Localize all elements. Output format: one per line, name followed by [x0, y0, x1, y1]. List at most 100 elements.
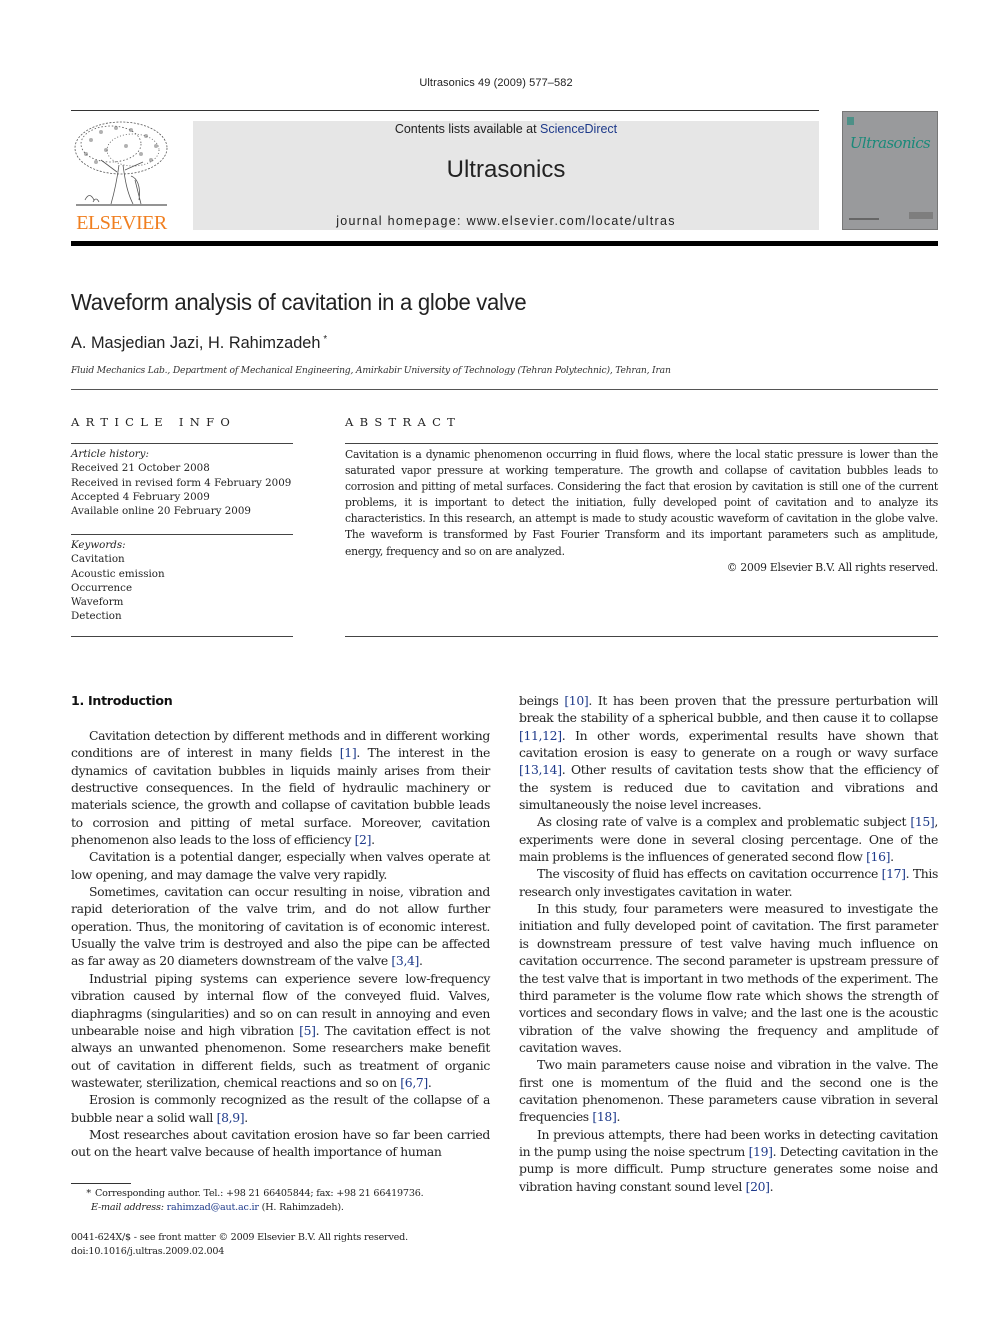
history-item: Accepted 4 February 2009	[71, 490, 210, 503]
paragraph-text: Most researches about cavitation erosion…	[71, 1126, 490, 1160]
body-paragraph: In previous attempts, there had been wor…	[519, 1126, 938, 1195]
keyword-item: Detection	[71, 610, 122, 623]
paragraph-text: The viscosity of fluid has effects on ca…	[537, 866, 882, 882]
paragraph-text: .	[616, 1109, 621, 1125]
keyword-item: Occurrence	[71, 581, 133, 594]
masthead-thick-rule	[71, 241, 938, 246]
citation-link[interactable]: [2]	[355, 832, 372, 847]
cover-footer-text	[849, 218, 879, 220]
paragraph-text: .	[890, 849, 894, 865]
journal-homepage-link[interactable]: journal homepage: www.elsevier.com/locat…	[193, 214, 819, 228]
body-paragraph: Erosion is commonly recognized as the re…	[71, 1091, 490, 1126]
paragraph-text: beings	[519, 693, 565, 708]
article-info-heading: ARTICLE INFO	[71, 415, 237, 429]
paragraph-text: . In other words, experimental results h…	[519, 727, 938, 761]
abstract-copyright: © 2009 Elsevier B.V. All rights reserved…	[726, 560, 939, 574]
contents-line: Contents lists available at ScienceDirec…	[193, 122, 819, 136]
abstract-text: Cavitation is a dynamic phenomenon occur…	[345, 448, 938, 558]
body-column-left: Cavitation detection by different method…	[71, 727, 490, 1161]
affiliation: Fluid Mechanics Lab., Department of Mech…	[71, 365, 671, 376]
citation-link[interactable]: [20]	[746, 1179, 770, 1194]
author-list: A. Masjedian Jazi, H. Rahimzadeh *	[71, 333, 327, 353]
footnote: * Corresponding author. Tel.: +98 21 6640…	[71, 1187, 501, 1215]
citation-link[interactable]: [16]	[866, 849, 890, 864]
elsevier-logo[interactable]: ELSEVIER	[71, 120, 172, 234]
body-paragraph: Sometimes, cavitation can occur resultin…	[71, 883, 490, 970]
paragraph-text: .	[244, 1109, 248, 1125]
affiliation-rule	[71, 389, 938, 390]
body-paragraph: Cavitation detection by different method…	[71, 727, 490, 848]
paragraph-text: .	[371, 832, 375, 848]
doi-link[interactable]: doi:10.1016/j.ultras.2009.02.004	[71, 1245, 408, 1259]
citation-link[interactable]: [1]	[340, 745, 357, 760]
abstract-rule-top	[345, 443, 938, 444]
paragraph-text: Sometimes, cavitation can occur resultin…	[71, 884, 490, 969]
history-item: Received in revised form 4 February 2009	[71, 476, 292, 489]
paragraph-text: .	[769, 1178, 774, 1194]
sciencedirect-link[interactable]: ScienceDirect	[540, 122, 617, 136]
journal-cover-thumbnail[interactable]: Ultrasonics	[842, 111, 938, 230]
history-item: Received 21 October 2008	[71, 462, 210, 475]
citation-link[interactable]: [6,7]	[400, 1075, 428, 1090]
body-paragraph: Most researches about cavitation erosion…	[71, 1126, 490, 1161]
email-link[interactable]: rahimzad@aut.ac.ir	[167, 1202, 259, 1213]
footnote-corresponding: * Corresponding author. Tel.: +98 21 6640…	[71, 1187, 501, 1201]
article-info-rule-bottom	[71, 636, 293, 637]
body-column-right: beings [10]. It has been proven that the…	[519, 692, 938, 1195]
paragraph-text: .	[427, 1074, 432, 1090]
citation-link[interactable]: [5]	[299, 1023, 316, 1038]
paragraph-text: Two main parameters cause noise and vibr…	[519, 1057, 938, 1125]
contents-prefix: Contents lists available at	[394, 122, 541, 136]
keyword-item: Cavitation	[71, 553, 125, 566]
citation-link[interactable]: [3,4]	[391, 953, 419, 968]
article-info-rule-top	[71, 443, 293, 444]
citation-link[interactable]: [8,9]	[217, 1110, 245, 1125]
body-paragraph: Cavitation is a potential danger, especi…	[71, 848, 490, 883]
citation-link[interactable]: [19]	[749, 1144, 773, 1159]
abstract-body: Cavitation is a dynamic phenomenon occur…	[345, 447, 938, 576]
article-history: Article history: Received 21 October 200…	[71, 447, 293, 518]
paragraph-text: . The interest in the dynamics of cavita…	[71, 745, 490, 848]
article-history-label: Article history:	[71, 448, 149, 460]
corresponding-author-mark[interactable]: *	[323, 334, 327, 345]
email-label: E-mail address:	[91, 1202, 164, 1213]
email-suffix: (H. Rahimzadeh).	[258, 1202, 344, 1213]
keyword-item: Acoustic emission	[71, 567, 165, 580]
keyword-item: Waveform	[71, 596, 124, 609]
journal-banner: Contents lists available at ScienceDirec…	[193, 121, 819, 230]
citation-link[interactable]: [11,12]	[519, 728, 562, 743]
corresponding-author-text: Corresponding author. Tel.: +98 21 66405…	[95, 1188, 424, 1199]
history-item: Available online 20 February 2009	[71, 505, 251, 518]
cover-publisher-mark	[909, 212, 933, 219]
footnote-mark: *	[86, 1188, 91, 1199]
article-info-rule-mid	[71, 534, 293, 535]
footnote-rule	[71, 1183, 131, 1184]
citation-link[interactable]: [17]	[882, 866, 906, 881]
footnote-email-line: E-mail address: rahimzad@aut.ac.ir (H. R…	[71, 1201, 501, 1215]
abstract-rule-bottom	[345, 636, 938, 637]
body-paragraph: beings [10]. It has been proven that the…	[519, 692, 938, 813]
header-rule	[71, 110, 819, 111]
paragraph-text: In this study, four parameters were meas…	[519, 901, 938, 1055]
body-paragraph: As closing rate of valve is a complex an…	[519, 813, 938, 865]
keywords-label: Keywords:	[71, 539, 126, 551]
elsevier-wordmark: ELSEVIER	[76, 212, 167, 234]
authors-text: A. Masjedian Jazi, H. Rahimzadeh	[71, 333, 321, 352]
keywords: Keywords: Cavitation Acoustic emission O…	[71, 538, 293, 624]
running-head: Ultrasonics 49 (2009) 577–582	[419, 77, 573, 89]
body-paragraph: The viscosity of fluid has effects on ca…	[519, 865, 938, 900]
paragraph-text: As closing rate of valve is a complex an…	[537, 814, 911, 830]
journal-name: Ultrasonics	[446, 156, 566, 183]
abstract-heading: ABSTRACT	[345, 415, 462, 429]
paragraph-text: Cavitation is a potential danger, especi…	[71, 849, 490, 882]
section-heading-introduction: 1. Introduction	[71, 693, 173, 708]
body-paragraph: In this study, four parameters were meas…	[519, 900, 938, 1056]
citation-link[interactable]: [15]	[910, 814, 934, 829]
article-title: Waveform analysis of cavitation in a glo…	[71, 289, 527, 315]
body-paragraph: Industrial piping systems can experience…	[71, 970, 490, 1091]
cover-title: Ultrasonics	[849, 134, 931, 152]
issn-line: 0041-624X/$ - see front matter © 2009 El…	[71, 1232, 408, 1243]
citation-link[interactable]: [13,14]	[519, 762, 562, 777]
citation-link[interactable]: [18]	[592, 1109, 616, 1124]
citation-link[interactable]: [10]	[564, 693, 588, 708]
